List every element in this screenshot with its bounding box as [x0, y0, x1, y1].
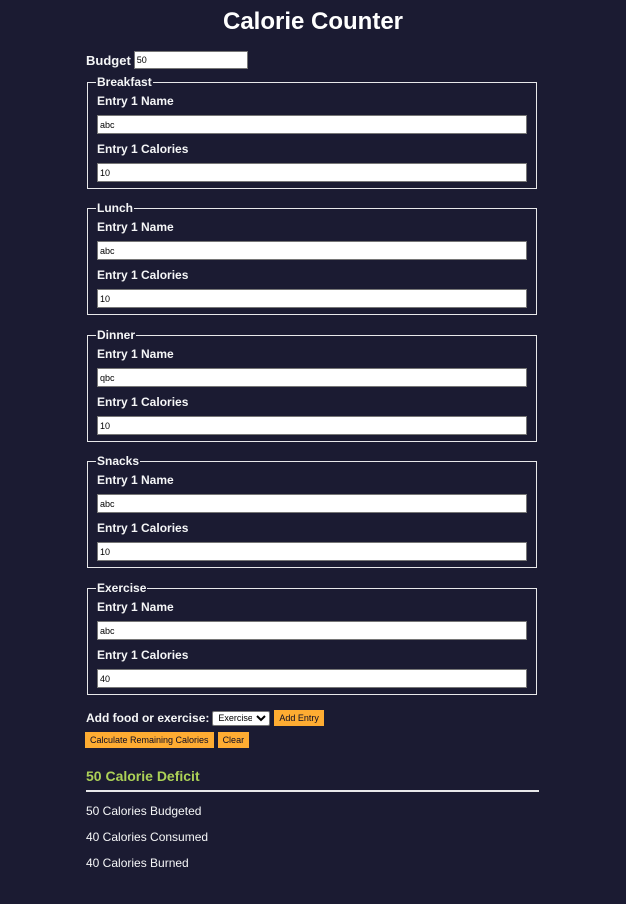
- exercise-fieldset: Exercise Entry 1 Name Entry 1 Calories: [87, 582, 537, 695]
- budget-input[interactable]: [133, 51, 248, 69]
- exercise-entry-calories-input[interactable]: [97, 669, 527, 688]
- lunch-entry-calories-input[interactable]: [97, 289, 527, 308]
- exercise-entry-calories-label: Entry 1 Calories: [97, 648, 189, 662]
- calories-consumed-text: 40 Calories Consumed: [86, 830, 209, 844]
- calculate-button[interactable]: Calculate Remaining Calories: [85, 732, 214, 748]
- page-title: Calorie Counter: [222, 8, 404, 35]
- dinner-legend: Dinner: [97, 328, 136, 342]
- lunch-entry-calories-label: Entry 1 Calories: [97, 268, 189, 282]
- breakfast-entry-name-label: Entry 1 Name: [97, 94, 174, 108]
- lunch-fieldset: Lunch Entry 1 Name Entry 1 Calories: [87, 202, 537, 315]
- dinner-fieldset: Dinner Entry 1 Name Entry 1 Calories: [87, 329, 537, 442]
- breakfast-entry-calories-label: Entry 1 Calories: [97, 142, 189, 156]
- calorie-deficit-text: 50 Calorie Deficit: [86, 768, 200, 784]
- exercise-legend: Exercise: [97, 581, 147, 595]
- breakfast-fieldset: Breakfast Entry 1 Name Entry 1 Calories: [87, 76, 537, 189]
- snacks-fieldset: Snacks Entry 1 Name Entry 1 Calories: [87, 455, 537, 568]
- dinner-entry-name-label: Entry 1 Name: [97, 347, 174, 361]
- lunch-entry-name-label: Entry 1 Name: [97, 220, 174, 234]
- add-entry-label: Add food or exercise:: [86, 711, 210, 725]
- output-divider: [86, 790, 539, 792]
- snacks-entry-calories-input[interactable]: [97, 542, 527, 561]
- dinner-entry-calories-input[interactable]: [97, 416, 527, 435]
- add-entry-row: Add food or exercise: Exercise Add Entry: [86, 710, 324, 726]
- calories-budgeted-text: 50 Calories Budgeted: [86, 804, 202, 818]
- exercise-entry-name-label: Entry 1 Name: [97, 600, 174, 614]
- breakfast-legend: Breakfast: [97, 75, 152, 89]
- output-panel: 50 Calorie Deficit 50 Calories Budgeted …: [86, 768, 539, 870]
- dinner-entry-name-input[interactable]: [97, 368, 527, 387]
- budget-label: Budget: [86, 52, 131, 68]
- budget-row: Budget: [86, 51, 248, 69]
- exercise-entry-name-input[interactable]: [97, 621, 527, 640]
- snacks-legend: Snacks: [97, 454, 140, 468]
- lunch-legend: Lunch: [97, 201, 133, 215]
- breakfast-entry-name-input[interactable]: [97, 115, 527, 134]
- snacks-entry-name-label: Entry 1 Name: [97, 473, 174, 487]
- entry-type-dropdown[interactable]: Exercise: [212, 710, 271, 726]
- clear-button[interactable]: Clear: [217, 732, 250, 748]
- action-buttons: Calculate Remaining Calories Clear: [85, 732, 253, 748]
- breakfast-entry-calories-input[interactable]: [97, 163, 527, 182]
- snacks-entry-calories-label: Entry 1 Calories: [97, 521, 189, 535]
- snacks-entry-name-input[interactable]: [97, 494, 527, 513]
- lunch-entry-name-input[interactable]: [97, 241, 527, 260]
- dinner-entry-calories-label: Entry 1 Calories: [97, 395, 189, 409]
- add-entry-button[interactable]: Add Entry: [274, 710, 324, 726]
- calories-burned-text: 40 Calories Burned: [86, 856, 189, 870]
